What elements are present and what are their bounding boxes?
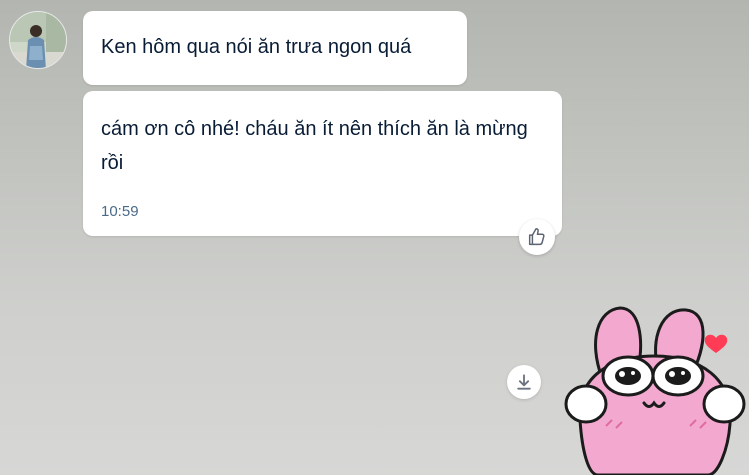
thumbs-up-icon xyxy=(528,228,545,246)
avatar-photo xyxy=(10,12,66,68)
chat-area: Ken hôm qua nói ăn trưa ngon quá cám ơn … xyxy=(0,0,749,475)
sender-avatar[interactable] xyxy=(9,11,67,69)
message-bubble[interactable]: Ken hôm qua nói ăn trưa ngon quá xyxy=(83,11,467,85)
download-icon xyxy=(517,374,531,390)
message-text: cám ơn cô nhé! cháu ăn ít nên thích ăn l… xyxy=(101,118,528,174)
download-button[interactable] xyxy=(507,365,541,399)
message-text: Ken hôm qua nói ăn trưa ngon quá xyxy=(101,36,412,58)
message-bubble[interactable]: cám ơn cô nhé! cháu ăn ít nên thích ăn l… xyxy=(83,91,562,236)
sticker-message[interactable] xyxy=(558,300,749,475)
reaction-button[interactable] xyxy=(519,219,555,255)
pink-bunny-sticker-icon xyxy=(564,306,746,475)
message-timestamp: 10:59 xyxy=(101,203,139,220)
